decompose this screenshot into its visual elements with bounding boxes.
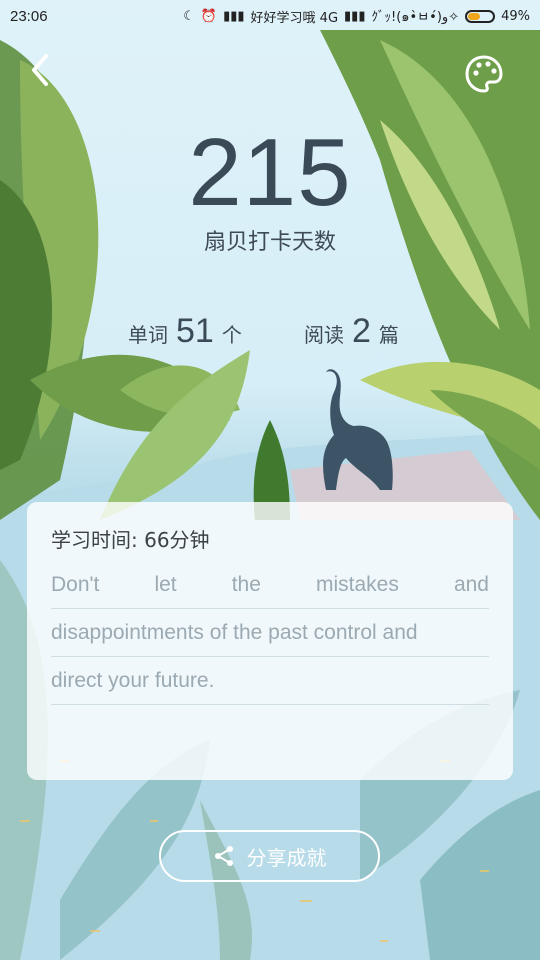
status-bar: 23:06 ☾ ⏰ ▮▮▮ 好好学习哦 4G ▮▮▮ ｸﾞｯ!(๑•̀ㅂ•́)و… xyxy=(0,0,540,32)
quote-line-2: disappointments of the past control and xyxy=(51,609,489,657)
words-unit: 个 xyxy=(221,323,242,347)
status-icons: ☾ ⏰ ▮▮▮ 好好学习哦 4G ▮▮▮ ｸﾞｯ!(๑•̀ㅂ•́)و✧ 49% xyxy=(183,6,530,27)
dnd-moon-icon: ☾ xyxy=(183,8,195,24)
quote-word: let xyxy=(154,573,177,596)
reading-stat: 阅读 2 篇 xyxy=(304,312,399,351)
theme-button[interactable] xyxy=(464,54,504,98)
quote-word: and xyxy=(453,573,489,596)
quote-line-1: Don't let the mistakes and xyxy=(51,561,489,609)
signal-icon-2: ▮▮▮ xyxy=(344,8,366,24)
reading-count: 2 xyxy=(352,312,371,350)
quote-word: Don't xyxy=(51,573,100,596)
share-label: 分享成就 xyxy=(246,845,327,870)
status-time: 23:06 xyxy=(10,7,48,25)
status-carrier: 好好学习哦 4G xyxy=(250,10,339,26)
back-button[interactable] xyxy=(26,52,54,92)
chevron-left-icon xyxy=(32,54,48,86)
battery-percent: 49% xyxy=(501,8,530,24)
quote-word: mistakes xyxy=(316,573,399,596)
words-stat: 单词 51 个 xyxy=(128,312,242,351)
palette-icon xyxy=(465,55,503,93)
streak-days-label: 扇贝打卡天数 xyxy=(203,230,336,255)
achievement-screen: 23:06 ☾ ⏰ ▮▮▮ 好好学习哦 4G ▮▮▮ ｸﾞｯ!(๑•̀ㅂ•́)و… xyxy=(0,0,540,960)
signal-icon: ▮▮▮ xyxy=(223,8,245,24)
share-button[interactable]: 分享成就 xyxy=(159,830,380,882)
battery-icon xyxy=(465,9,496,23)
study-time: 学习时间: 66分钟 xyxy=(51,528,210,552)
alarm-icon: ⏰ xyxy=(200,8,218,24)
reading-unit: 篇 xyxy=(378,323,399,347)
streak-days-number: 215 xyxy=(188,119,352,226)
quote-word: the xyxy=(231,573,261,596)
status-extra: ｸﾞｯ!(๑•̀ㅂ•́)و✧ xyxy=(371,9,460,25)
quote-line-3: direct your future. xyxy=(51,657,489,705)
words-prefix: 单词 xyxy=(128,323,168,347)
share-icon xyxy=(214,846,233,866)
reading-prefix: 阅读 xyxy=(304,323,344,347)
summary-card: 学习时间: 66分钟 Don't let the mistakes and disapp… xyxy=(27,502,513,780)
words-count: 51 xyxy=(176,312,214,350)
